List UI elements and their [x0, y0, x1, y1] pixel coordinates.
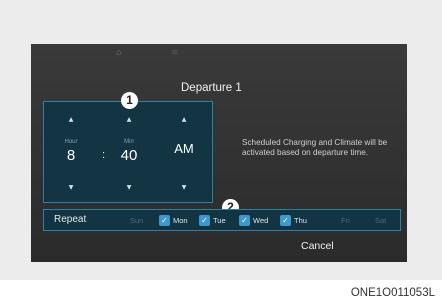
day-thu[interactable]: ✓ Thu: [280, 215, 314, 227]
ampm-value[interactable]: AM: [166, 141, 202, 156]
page-title: Departure 1: [181, 82, 242, 94]
hour-down-icon[interactable]: ▼: [54, 184, 88, 191]
checkbox-checked-icon[interactable]: ✓: [159, 215, 170, 226]
day-sat[interactable]: Sat: [375, 215, 395, 227]
ampm-column: ▲ AM ▼: [166, 102, 202, 202]
repeat-label: Repeat: [54, 214, 87, 225]
day-wed[interactable]: ✓ Wed: [239, 215, 277, 227]
day-label: Mon: [173, 216, 188, 225]
callout-1: 1: [121, 92, 138, 109]
hour-label: Hour: [64, 139, 78, 145]
repeat-bar: Repeat Sun ✓ Mon ✓ Tue ✓ Wed ✓ Thu Fri S…: [43, 209, 401, 231]
ampm-up-icon[interactable]: ▲: [166, 116, 202, 123]
status-bar: ⌂ ≡: [31, 48, 407, 60]
checkbox-checked-icon[interactable]: ✓: [239, 215, 250, 226]
ampm-down-icon[interactable]: ▼: [166, 184, 202, 191]
minute-down-icon[interactable]: ▼: [112, 184, 146, 191]
minute-up-icon[interactable]: ▲: [112, 116, 146, 123]
day-tue[interactable]: ✓ Tue: [199, 215, 233, 227]
hour-column: ▲ Hour 8 ▼: [54, 102, 88, 202]
day-mon[interactable]: ✓ Mon: [159, 215, 197, 227]
day-label: Fri: [341, 216, 350, 225]
cancel-button[interactable]: Cancel: [301, 240, 334, 252]
figure-caption: ONE1O011053L: [350, 287, 435, 299]
day-label: Sat: [375, 216, 387, 225]
minute-label: Min: [124, 139, 134, 145]
hour-up-icon[interactable]: ▲: [54, 116, 88, 123]
minute-column: ▲ Min 40 ▼: [112, 102, 146, 202]
home-icon: ⌂: [116, 48, 122, 58]
menu-icon: ≡: [171, 48, 179, 58]
info-text: Scheduled Charging and Climate will be a…: [242, 138, 388, 157]
infotainment-screen: ⌂ ≡ Departure 1 ▲ Hour 8 ▼ : ▲ Min 40 ▼ …: [31, 44, 407, 262]
day-sun[interactable]: Sun: [130, 215, 156, 227]
time-separator: :: [102, 149, 106, 161]
minute-value[interactable]: 40: [112, 147, 146, 164]
checkbox-checked-icon[interactable]: ✓: [199, 215, 210, 226]
checkbox-checked-icon[interactable]: ✓: [280, 215, 291, 226]
day-fri[interactable]: Fri: [341, 215, 361, 227]
hour-value[interactable]: 8: [54, 147, 88, 164]
day-label: Thu: [294, 216, 307, 225]
time-picker: ▲ Hour 8 ▼ : ▲ Min 40 ▼ ▲ AM ▼: [43, 101, 213, 203]
day-label: Tue: [213, 216, 226, 225]
day-label: Sun: [130, 216, 144, 225]
day-label: Wed: [253, 216, 269, 225]
figure-frame: ⌂ ≡ Departure 1 ▲ Hour 8 ▼ : ▲ Min 40 ▼ …: [0, 0, 442, 280]
